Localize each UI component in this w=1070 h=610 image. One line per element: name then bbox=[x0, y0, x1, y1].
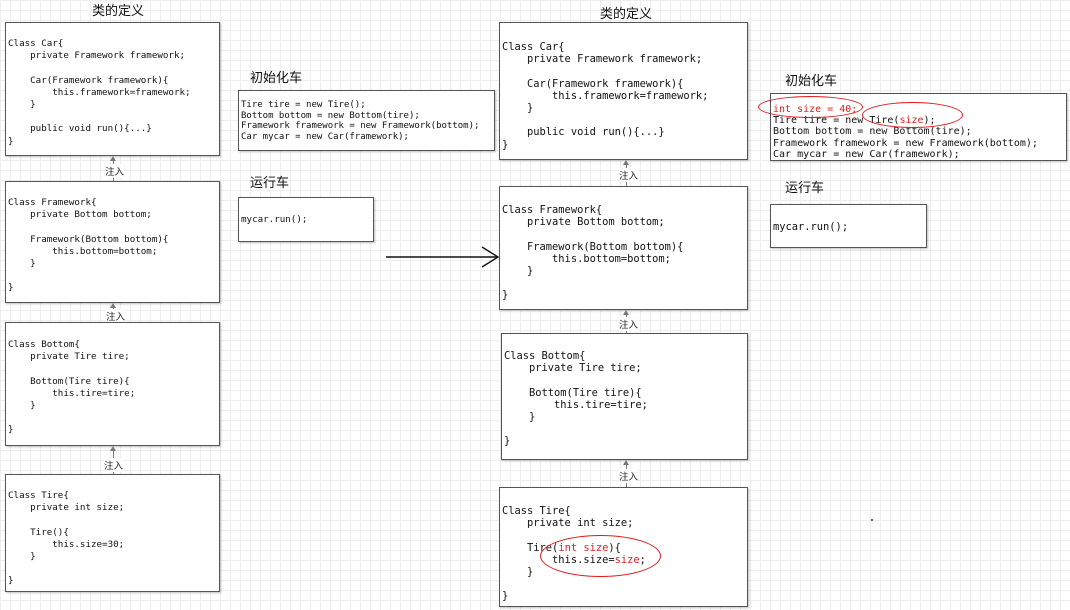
left-tire-class-box: Class Tire{ private int size; Tire(){ th… bbox=[5, 474, 220, 592]
right-inject-label-1: 注入 bbox=[619, 168, 639, 182]
code-text: Tire( bbox=[502, 541, 559, 554]
code-line: Car mycar = new Car(framework); bbox=[773, 148, 960, 160]
left-framework-class-code: Class Framework{ private Bottom bottom; … bbox=[8, 197, 169, 294]
left-framework-class-box: Class Framework{ private Bottom bottom; … bbox=[5, 181, 220, 303]
stray-dot bbox=[871, 519, 873, 521]
code-line: Bottom bottom = new Bottom(tire); bbox=[773, 126, 972, 138]
highlight-size-arg: size bbox=[899, 115, 924, 127]
code-line: Framework framework = new Framework(bott… bbox=[773, 137, 1038, 149]
left-inject-label-2: 注入 bbox=[106, 309, 126, 323]
left-init-code-box: Tire tire = new Tire(); Bottom bottom = … bbox=[238, 90, 495, 151]
left-run-code: mycar.run(); bbox=[241, 214, 308, 225]
code-text: Tire tire = new Tire( bbox=[773, 115, 900, 127]
right-run-code-box: mycar.run(); bbox=[770, 204, 927, 248]
left-car-class-code: Class Car{ private Framework framework; … bbox=[8, 38, 191, 147]
right-framework-class-box: Class Framework{ private Bottom bottom; … bbox=[499, 186, 748, 310]
transition-arrow bbox=[386, 246, 500, 268]
code-line: Class Tire{ bbox=[502, 505, 571, 517]
right-tire-class-box: Class Tire{ private int size; Tire(int s… bbox=[499, 487, 748, 607]
left-inject-label-3: 注入 bbox=[104, 458, 124, 472]
right-framework-class-code: Class Framework{ private Bottom bottom; … bbox=[502, 204, 684, 302]
code-text: ; bbox=[639, 553, 646, 566]
right-init-title: 初始化车 bbox=[785, 74, 838, 89]
right-car-class-code: Class Car{ private Framework framework; … bbox=[502, 41, 709, 151]
code-text: ){ bbox=[608, 541, 621, 554]
left-run-code-box: mycar.run(); bbox=[238, 197, 374, 242]
left-bottom-class-code: Class Bottom{ private Tire tire; Bottom(… bbox=[8, 339, 136, 436]
highlight-param-int-size: int size bbox=[558, 541, 609, 554]
left-init-code: Tire tire = new Tire(); Bottom bottom = … bbox=[241, 100, 480, 142]
right-run-title: 运行车 bbox=[785, 181, 825, 196]
left-tire-class-code: Class Tire{ private int size; Tire(){ th… bbox=[8, 490, 125, 587]
right-init-code: int size = 40; Tire tire = new Tire(size… bbox=[773, 104, 1038, 160]
left-car-class-box: Class Car{ private Framework framework; … bbox=[5, 22, 220, 156]
code-text: this.size= bbox=[502, 553, 615, 566]
highlight-int-size-40: int size = 40; bbox=[773, 104, 858, 115]
right-bottom-class-box: Class Bottom{ private Tire tire; Bottom(… bbox=[501, 333, 748, 460]
right-inject-label-3: 注入 bbox=[619, 469, 639, 483]
left-run-title: 运行车 bbox=[250, 176, 290, 191]
right-bottom-class-code: Class Bottom{ private Tire tire; Bottom(… bbox=[504, 350, 648, 448]
left-class-definition-title: 类的定义 bbox=[92, 4, 145, 19]
right-car-class-box: Class Car{ private Framework framework; … bbox=[499, 22, 748, 160]
code-line: } bbox=[502, 590, 509, 603]
left-inject-label-1: 注入 bbox=[105, 164, 125, 178]
right-inject-label-2: 注入 bbox=[619, 317, 639, 331]
left-init-title: 初始化车 bbox=[250, 71, 303, 86]
right-tire-class-code: Class Tire{ private int size; Tire(int s… bbox=[502, 505, 646, 603]
code-line: } bbox=[502, 566, 534, 579]
code-line: private int size; bbox=[502, 517, 634, 530]
left-bottom-class-box: Class Bottom{ private Tire tire; Bottom(… bbox=[5, 322, 220, 446]
highlight-size-value: size bbox=[614, 553, 640, 566]
right-run-code: mycar.run(); bbox=[773, 221, 849, 233]
right-init-code-box: int size = 40; Tire tire = new Tire(size… bbox=[770, 93, 1067, 161]
code-text: ); bbox=[923, 115, 936, 127]
right-class-definition-title: 类的定义 bbox=[600, 7, 653, 22]
